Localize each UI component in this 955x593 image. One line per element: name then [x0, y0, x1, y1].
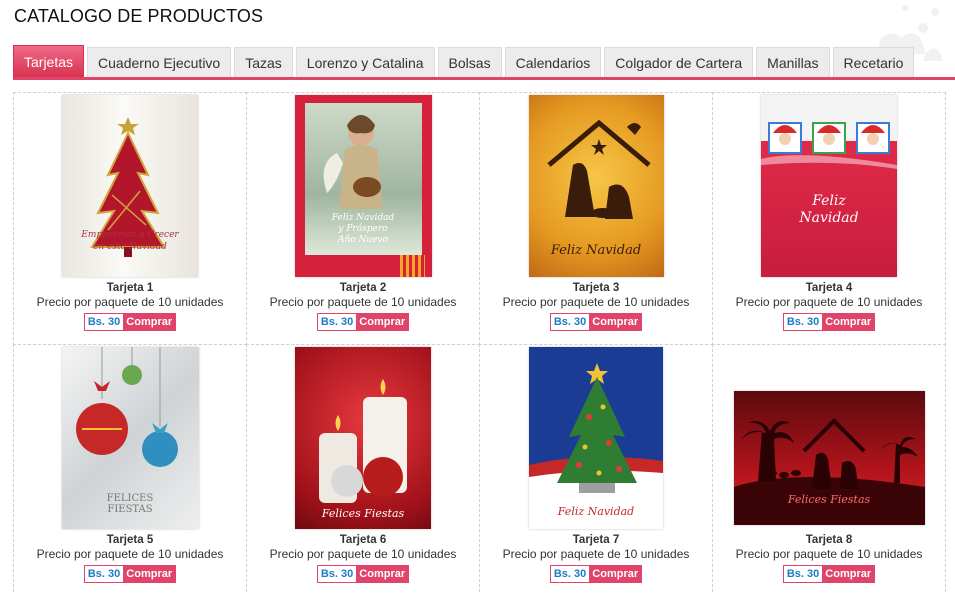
- tab-manillas[interactable]: Manillas: [756, 47, 830, 78]
- product-card: Felices Fiestas Tarjeta 6 Precio por paq…: [246, 344, 480, 593]
- tab-calendarios[interactable]: Calendarios: [504, 47, 602, 78]
- product-image[interactable]: Felices Fiestas: [733, 391, 925, 525]
- tab-underline: [13, 77, 955, 80]
- buy-button[interactable]: Comprar: [356, 566, 409, 582]
- product-image[interactable]: Feliz Navidad y Próspero Año Nuevo: [294, 95, 432, 277]
- card-greeting-line1: Feliz Navidad: [331, 213, 395, 223]
- price-tag: Bs. 30: [317, 566, 357, 582]
- price-tag: Bs. 30: [550, 314, 590, 330]
- product-image[interactable]: FELICES FIESTAS: [61, 347, 199, 529]
- card-greeting: Felices Fiestas: [321, 507, 405, 520]
- product-image[interactable]: Felices Fiestas: [295, 347, 431, 529]
- product-card: FELICES FIESTAS Tarjeta 5 Precio por paq…: [13, 344, 247, 593]
- product-image[interactable]: Feliz Navidad: [761, 95, 897, 277]
- product-name: Tarjeta 2: [339, 282, 387, 294]
- tab-cuaderno-ejecutivo[interactable]: Cuaderno Ejecutivo: [87, 47, 232, 78]
- price-tag: Bs. 30: [84, 314, 124, 330]
- card-greeting-line2: en esta Navidad: [93, 242, 167, 252]
- santa-icon: [761, 122, 897, 169]
- buy-widget: Bs. 30 Comprar: [316, 565, 410, 583]
- buy-widget: Bs. 30 Comprar: [549, 313, 643, 331]
- product-description: Precio por paquete de 10 unidades: [269, 295, 457, 309]
- product-card: Feliz Navidad Tarjeta 4 Precio por paque…: [712, 92, 946, 345]
- product-description: Precio por paquete de 10 unidades: [735, 295, 923, 309]
- product-card: Feliz Navidad Tarjeta 3 Precio por paque…: [479, 92, 713, 345]
- category-tabs: Tarjetas Cuaderno Ejecutivo Tazas Lorenz…: [13, 45, 915, 78]
- product-grid: Empecemos a Crecer en esta Navidad Tarje…: [13, 92, 946, 593]
- card-greeting-line3: Año Nuevo: [337, 235, 389, 245]
- candles-icon: [319, 379, 407, 503]
- tab-bolsas[interactable]: Bolsas: [437, 47, 502, 78]
- buy-widget: Bs. 30 Comprar: [549, 565, 643, 583]
- product-name: Tarjeta 1: [106, 282, 154, 294]
- buy-widget: Bs. 30 Comprar: [316, 313, 410, 331]
- product-description: Precio por paquete de 10 unidades: [502, 295, 690, 309]
- product-name: Tarjeta 7: [572, 534, 620, 546]
- product-name: Tarjeta 8: [805, 534, 853, 546]
- product-description: Precio por paquete de 10 unidades: [735, 547, 923, 561]
- tab-colgador-de-cartera[interactable]: Colgador de Cartera: [604, 47, 754, 78]
- product-card: Felices Fiestas Tarjeta 8 Precio por paq…: [712, 344, 946, 593]
- card-greeting: Felices Fiestas: [787, 493, 871, 506]
- buy-widget: Bs. 30 Comprar: [782, 565, 876, 583]
- tab-tarjetas[interactable]: Tarjetas: [13, 45, 85, 78]
- card-greeting: Feliz Navidad: [557, 505, 635, 518]
- buy-button[interactable]: Comprar: [356, 314, 409, 330]
- card-greeting-line1: Feliz: [812, 193, 846, 209]
- price-tag: Bs. 30: [783, 566, 823, 582]
- price-tag: Bs. 30: [783, 314, 823, 330]
- price-tag: Bs. 30: [317, 314, 357, 330]
- buy-widget: Bs. 30 Comprar: [782, 313, 876, 331]
- card-greeting-line1: FELICES: [106, 493, 154, 504]
- product-card: Empecemos a Crecer en esta Navidad Tarje…: [13, 92, 247, 345]
- tab-lorenzo-y-catalina[interactable]: Lorenzo y Catalina: [295, 47, 435, 78]
- buy-button[interactable]: Comprar: [822, 566, 875, 582]
- price-tag: Bs. 30: [84, 566, 124, 582]
- product-name: Tarjeta 5: [106, 534, 154, 546]
- card-greeting-line2: Navidad: [799, 210, 859, 226]
- product-card: Feliz Navidad Tarjeta 7 Precio por paque…: [479, 344, 713, 593]
- product-image[interactable]: Feliz Navidad: [528, 95, 664, 277]
- product-image[interactable]: Feliz Navidad: [529, 347, 663, 529]
- product-description: Precio por paquete de 10 unidades: [36, 295, 224, 309]
- angel-icon: [323, 115, 383, 209]
- buy-button[interactable]: Comprar: [123, 314, 176, 330]
- price-tag: Bs. 30: [550, 566, 590, 582]
- buy-widget: Bs. 30 Comprar: [83, 565, 177, 583]
- card-greeting-line2: y Próspero: [338, 224, 388, 234]
- product-card: Feliz Navidad y Próspero Año Nuevo Tarje…: [246, 92, 480, 345]
- product-description: Precio por paquete de 10 unidades: [502, 547, 690, 561]
- card-greeting: Feliz Navidad: [550, 243, 642, 258]
- buy-button[interactable]: Comprar: [589, 314, 642, 330]
- card-greeting-line2: FIESTAS: [107, 504, 153, 515]
- christmas-tree-icon: [529, 363, 663, 493]
- product-description: Precio por paquete de 10 unidades: [36, 547, 224, 561]
- product-name: Tarjeta 6: [339, 534, 387, 546]
- card-greeting-line1: Empecemos a Crecer: [81, 230, 179, 240]
- product-name: Tarjeta 3: [572, 282, 620, 294]
- tab-recetario[interactable]: Recetario: [832, 47, 915, 78]
- product-name: Tarjeta 4: [805, 282, 853, 294]
- product-image[interactable]: Empecemos a Crecer en esta Navidad: [62, 95, 198, 277]
- buy-widget: Bs. 30 Comprar: [83, 313, 177, 331]
- product-description: Precio por paquete de 10 unidades: [269, 547, 457, 561]
- buy-button[interactable]: Comprar: [822, 314, 875, 330]
- tab-tazas[interactable]: Tazas: [234, 47, 293, 78]
- page-title: CATALOGO DE PRODUCTOS: [14, 6, 264, 26]
- buy-button[interactable]: Comprar: [123, 566, 176, 582]
- buy-button[interactable]: Comprar: [589, 566, 642, 582]
